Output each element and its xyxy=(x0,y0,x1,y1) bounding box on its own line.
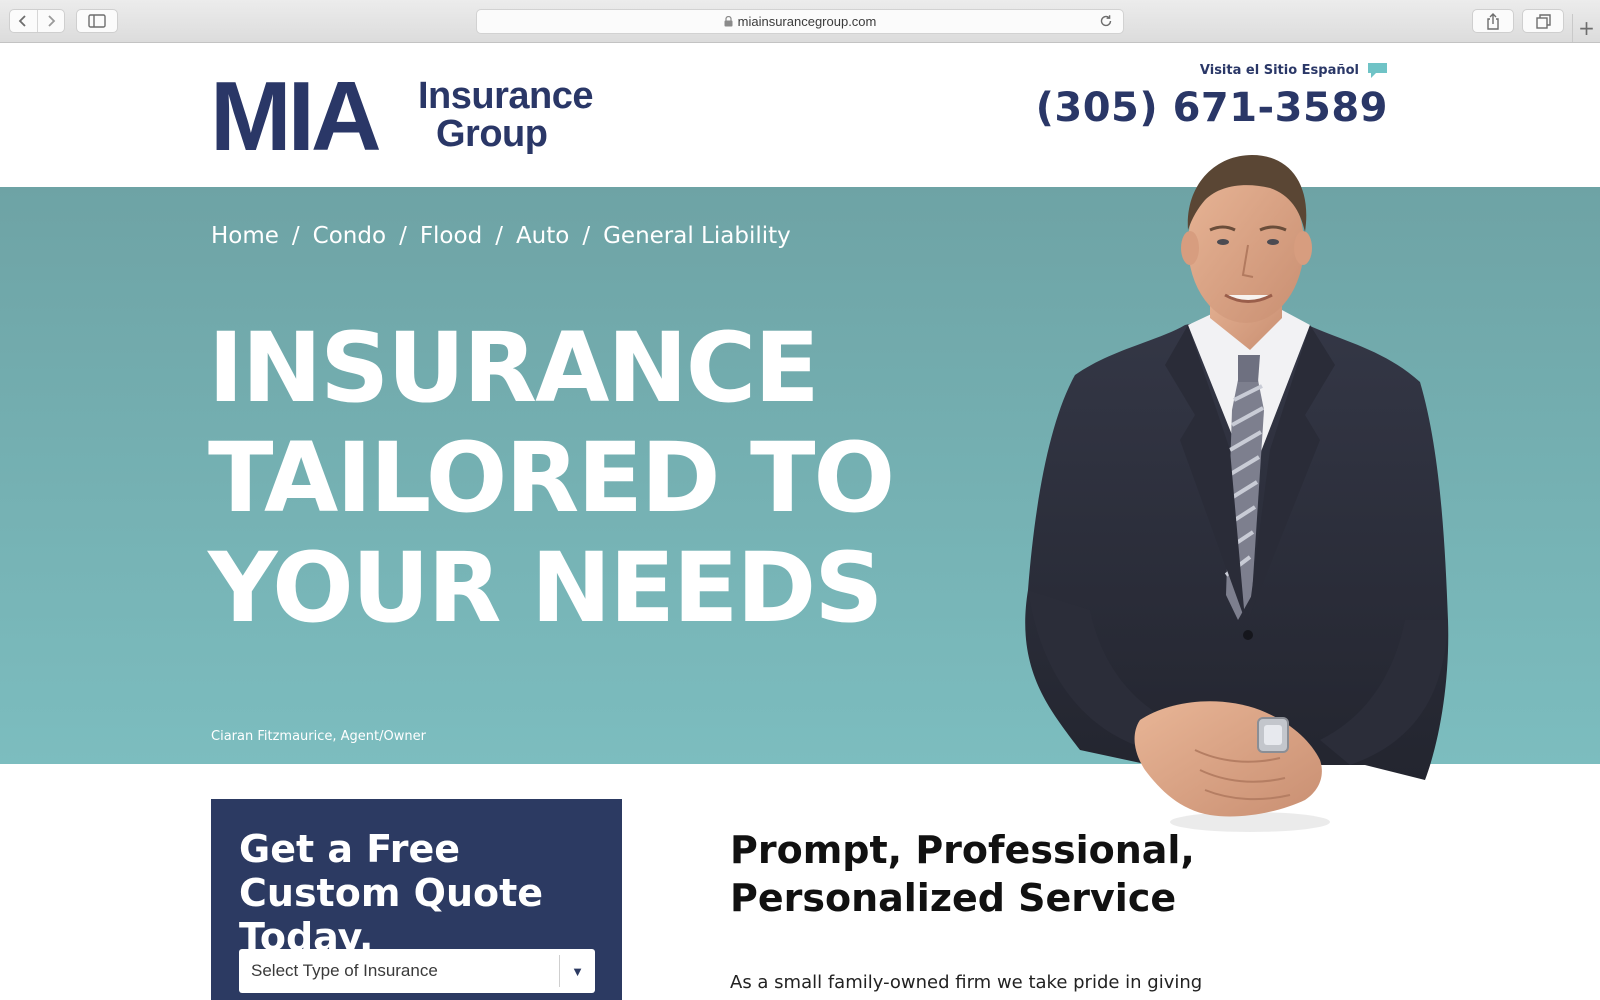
nav-separator: / xyxy=(291,223,300,249)
lock-icon xyxy=(724,16,733,27)
agent-portrait-image xyxy=(1025,155,1449,832)
insurance-type-value: Select Type of Insurance xyxy=(251,961,438,980)
insurance-nav: Home / Condo / Flood / Auto / General Li… xyxy=(211,223,791,249)
nav-link-auto[interactable]: Auto xyxy=(516,223,569,249)
back-button[interactable] xyxy=(10,10,37,32)
browser-toolbar: miainsurancegroup.com + xyxy=(0,0,1600,43)
hero-heading-line: TAILORED TO xyxy=(208,422,895,534)
insurance-type-select[interactable]: Select Type of Insurance ▼ xyxy=(239,949,595,993)
nav-link-condo[interactable]: Condo xyxy=(313,223,386,249)
nav-link-flood[interactable]: Flood xyxy=(420,223,482,249)
share-icon xyxy=(1487,12,1499,30)
new-tab-button[interactable]: + xyxy=(1572,14,1600,42)
share-button[interactable] xyxy=(1472,9,1514,33)
service-description: As a small family-owned firm we take pri… xyxy=(730,972,1203,993)
phone-number[interactable]: (305) 671-3589 xyxy=(1036,85,1388,131)
quote-form-card: Get a Free Custom Quote Today. Select Ty… xyxy=(211,799,622,1000)
hero-heading-line: INSURANCE xyxy=(208,312,820,424)
logo-line-insurance: Insurance xyxy=(418,75,594,117)
spanish-site-link[interactable]: Visita el Sitio Español xyxy=(1200,62,1388,79)
logo-wordmark: Insurance Group xyxy=(418,75,594,155)
reload-icon[interactable] xyxy=(1099,14,1113,28)
tab-overview-button[interactable] xyxy=(1522,9,1564,33)
plus-icon: + xyxy=(1578,16,1595,40)
agent-caption: Ciaran Fitzmaurice, Agent/Owner xyxy=(211,729,426,744)
forward-button[interactable] xyxy=(36,10,64,32)
hero-heading: INSURANCE TAILORED TO YOUR NEEDS xyxy=(208,313,968,643)
speech-bubble-icon xyxy=(1367,62,1388,79)
chevron-left-icon xyxy=(19,15,27,27)
address-bar[interactable]: miainsurancegroup.com xyxy=(476,9,1124,34)
caret-down-icon: ▼ xyxy=(559,955,595,987)
url-text: miainsurancegroup.com xyxy=(737,14,877,29)
history-nav xyxy=(9,9,65,33)
logo-mark: MIA xyxy=(210,61,382,171)
tabs-icon xyxy=(1535,13,1551,29)
service-heading: Prompt, Professional, Personalized Servi… xyxy=(730,828,1195,920)
quote-form-title: Get a Free Custom Quote Today. xyxy=(239,827,544,959)
sidebar-icon xyxy=(88,14,106,28)
chevron-right-icon xyxy=(48,15,56,27)
spanish-site-label: Visita el Sitio Español xyxy=(1199,63,1359,78)
nav-link-general-liability[interactable]: General Liability xyxy=(603,223,791,249)
logo-line-group: Group xyxy=(436,113,548,155)
hero-heading-line: YOUR NEEDS xyxy=(208,532,883,644)
nav-separator: / xyxy=(495,223,503,249)
nav-separator: / xyxy=(582,223,591,249)
nav-separator: / xyxy=(399,223,407,249)
nav-link-home[interactable]: Home xyxy=(211,223,279,249)
site-logo[interactable]: MIA Insurance Group xyxy=(210,61,630,171)
sidebar-toggle-button[interactable] xyxy=(76,9,118,33)
